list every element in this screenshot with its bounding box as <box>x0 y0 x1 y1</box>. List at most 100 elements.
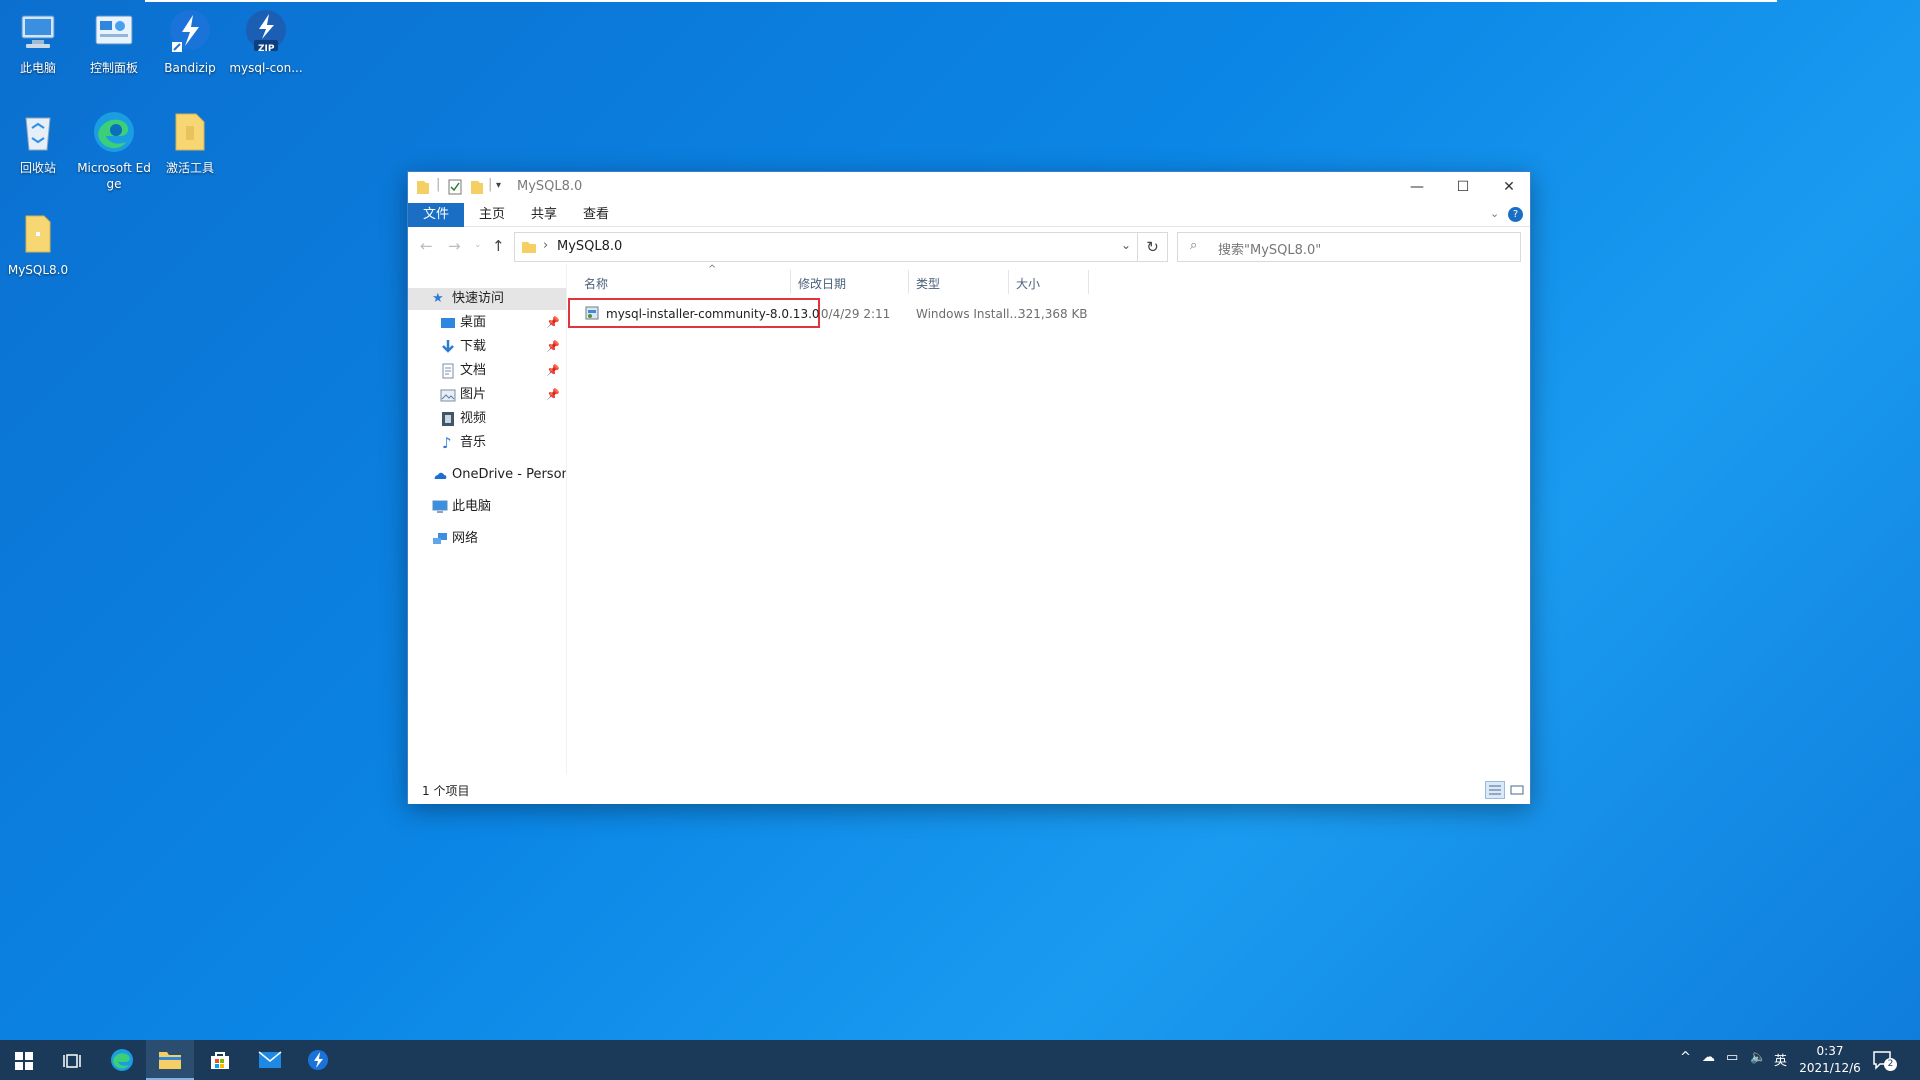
nav-downloads[interactable]: 下载 📌 <box>408 336 566 358</box>
desktop-icon-bandizip[interactable]: Bandizip <box>152 8 228 76</box>
network-icon <box>433 533 447 544</box>
tab-share[interactable]: 共享 <box>522 203 566 227</box>
desktop-icon-mysql-zip[interactable]: ZIP mysql-con... <box>228 8 304 76</box>
start-button[interactable] <box>0 1040 48 1080</box>
edge-icon <box>111 1049 133 1071</box>
desktop-icon-edge[interactable]: Microsoft Edge <box>76 108 152 192</box>
nav-music[interactable]: ♪ 音乐 <box>408 432 566 454</box>
folder-icon <box>166 108 214 156</box>
breadcrumb-chevron-icon: › <box>543 238 549 253</box>
refresh-button[interactable]: ↻ <box>1138 232 1168 262</box>
taskbar-edge[interactable] <box>98 1040 146 1080</box>
onedrive-tray-icon[interactable]: ☁ <box>1702 1050 1715 1065</box>
nav-network[interactable]: 网络 <box>408 528 566 550</box>
recent-locations-icon[interactable]: ⌄ <box>474 240 482 250</box>
recycle-bin-icon <box>14 108 62 156</box>
nav-onedrive[interactable]: OneDrive - Persona <box>408 464 566 486</box>
column-header-name[interactable]: 名称 <box>584 275 608 292</box>
qa-customize-icon[interactable]: ▾ <box>496 180 501 198</box>
column-separator[interactable] <box>790 270 791 294</box>
up-button[interactable]: ↑ <box>492 237 505 255</box>
close-button[interactable]: ✕ <box>1486 172 1532 203</box>
taskbar-bandizip[interactable] <box>294 1040 342 1080</box>
document-icon <box>442 363 454 379</box>
tab-file[interactable]: 文件 <box>408 203 464 227</box>
file-list: ^ 名称 修改日期 类型 大小 2020/4/29 2:11 Windows I… <box>568 264 1530 774</box>
pin-icon: 📌 <box>546 388 560 401</box>
task-view-button[interactable] <box>48 1040 96 1080</box>
column-separator[interactable] <box>908 270 909 294</box>
search-box[interactable]: ⌕ 搜索"MySQL8.0" <box>1177 232 1521 262</box>
nav-quick-access[interactable]: ★ 快速访问 <box>408 288 566 310</box>
details-view-button[interactable] <box>1485 781 1505 799</box>
tab-view[interactable]: 查看 <box>574 203 618 227</box>
zip-archive-icon: ZIP <box>242 8 290 56</box>
title-bar[interactable]: | | ▾ MySQL8.0 — ☐ ✕ <box>408 172 1530 203</box>
zip-badge: ZIP <box>258 44 275 54</box>
desktop-icon-this-pc[interactable]: 此电脑 <box>0 8 76 76</box>
expand-ribbon-icon[interactable]: ⌄ <box>1490 207 1499 220</box>
clock[interactable]: 0:37 2021/12/6 <box>1795 1043 1865 1077</box>
folder-icon <box>522 242 536 253</box>
ime-indicator[interactable]: 英 <box>1774 1050 1787 1069</box>
nav-videos[interactable]: 视频 <box>408 408 566 430</box>
navigation-pane: ★ 快速访问 桌面 📌 下载 📌 文档 📌 图片 📌 视频 ♪ 音乐 OneDr… <box>408 264 566 774</box>
address-bar[interactable]: › MySQL8.0 ⌄ <box>514 232 1138 262</box>
tab-home[interactable]: 主页 <box>470 203 514 227</box>
network-tray-icon[interactable]: ▭ <box>1726 1050 1738 1065</box>
taskbar-store[interactable] <box>196 1040 244 1080</box>
maximize-button[interactable]: ☐ <box>1440 172 1486 203</box>
file-name: mysql-installer-community-8.0.13.0 <box>606 307 820 321</box>
pane-divider[interactable] <box>566 264 567 774</box>
minimize-button[interactable]: — <box>1394 172 1440 203</box>
status-bar: 1 个项目 <box>408 774 1530 804</box>
start-icon <box>15 1052 33 1070</box>
msi-installer-icon <box>585 306 599 320</box>
taskbar-mail[interactable] <box>246 1040 294 1080</box>
desktop-icon-control-panel[interactable]: 控制面板 <box>76 8 152 76</box>
ribbon-tabs: 文件 主页 共享 查看 ⌄ ? <box>408 203 1530 227</box>
notification-count: 2 <box>1884 1058 1897 1071</box>
column-header-modified[interactable]: 修改日期 <box>798 275 846 292</box>
column-separator[interactable] <box>1008 270 1009 294</box>
pin-icon: 📌 <box>546 316 560 329</box>
large-icons-view-button[interactable] <box>1507 781 1527 799</box>
forward-button[interactable]: → <box>448 237 461 255</box>
nav-pictures[interactable]: 图片 📌 <box>408 384 566 406</box>
bandizip-icon <box>166 8 214 56</box>
volume-icon[interactable]: 🔈 <box>1750 1050 1766 1065</box>
desktop-icon-activation-tool[interactable]: 激活工具 <box>152 108 228 176</box>
taskbar-file-explorer[interactable] <box>146 1040 194 1080</box>
top-edge-line <box>145 0 1777 2</box>
search-input[interactable]: 搜索"MySQL8.0" <box>1218 239 1321 258</box>
nav-documents[interactable]: 文档 📌 <box>408 360 566 382</box>
star-icon: ★ <box>432 291 444 306</box>
back-button[interactable]: ← <box>420 237 433 255</box>
pin-icon: 📌 <box>546 340 560 353</box>
nav-this-pc[interactable]: 此电脑 <box>408 496 566 518</box>
help-icon[interactable]: ? <box>1508 207 1523 222</box>
breadcrumb-mysql[interactable]: MySQL8.0 <box>557 239 622 254</box>
search-icon: ⌕ <box>1190 238 1198 253</box>
mail-icon <box>258 1051 282 1068</box>
desktop-icon-recycle-bin[interactable]: 回收站 <box>0 108 76 176</box>
properties-icon[interactable] <box>448 178 462 196</box>
file-size: 321,368 KB <box>1018 307 1088 321</box>
this-pc-icon <box>432 500 448 513</box>
desktop-icon-mysql-folder[interactable]: MySQL8.0 <box>0 210 76 278</box>
nav-desktop[interactable]: 桌面 📌 <box>408 312 566 334</box>
clock-time: 0:37 <box>1816 1044 1844 1058</box>
navigation-bar: ← → ⌄ ↑ › MySQL8.0 ⌄ ↻ ⌕ 搜索"MySQL8.0" <box>408 228 1530 264</box>
qa-separator: | <box>436 177 441 192</box>
folder-icon <box>14 210 62 258</box>
file-row-mysql-installer[interactable]: mysql-installer-community-8.0.13.0 <box>568 298 820 328</box>
action-center-button[interactable]: 2 <box>1872 1048 1897 1072</box>
video-icon <box>442 412 454 426</box>
column-separator[interactable] <box>1088 270 1089 294</box>
show-hidden-icons-button[interactable]: ^ <box>1680 1050 1691 1065</box>
address-dropdown-icon[interactable]: ⌄ <box>1121 238 1131 252</box>
column-header-size[interactable]: 大小 <box>1016 275 1040 292</box>
column-header-type[interactable]: 类型 <box>916 275 940 292</box>
music-note-icon: ♪ <box>442 434 452 452</box>
new-folder-icon[interactable] <box>470 178 484 196</box>
